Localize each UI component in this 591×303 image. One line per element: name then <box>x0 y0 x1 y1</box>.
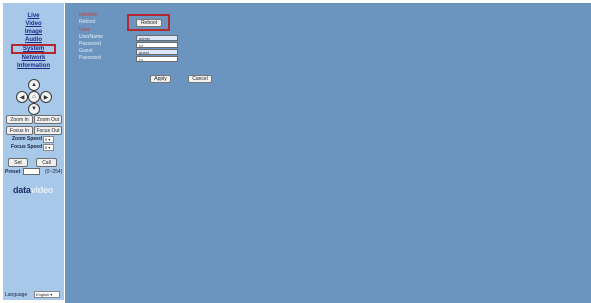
username-label: UserName <box>79 34 103 40</box>
call-button[interactable]: Call <box>36 158 57 167</box>
guest-input[interactable]: guest <box>136 49 178 55</box>
zoom-out-button[interactable]: Zoom Out <box>34 115 62 124</box>
preset-input[interactable] <box>23 168 40 175</box>
nav-image[interactable]: Image <box>3 28 64 36</box>
focus-speed-select[interactable]: 5 ▾ <box>43 144 54 151</box>
zoom-in-button[interactable]: Zoom In <box>6 115 33 124</box>
guest-label: Guest <box>79 48 93 54</box>
pan-up-icon[interactable]: ▲ <box>28 79 40 91</box>
preset-label: Preset <box>5 169 21 175</box>
initialize-section-title: Initialize <box>79 12 98 18</box>
reboot-label: Reboot <box>79 19 96 25</box>
language-select[interactable]: English ▾ <box>34 291 60 298</box>
main-panel <box>65 3 591 303</box>
language-label: Language <box>5 292 28 298</box>
language-value: English <box>36 292 50 297</box>
main-nav: Live Video Image Audio System Network In… <box>3 12 64 70</box>
focus-speed-label: Focus Speed <box>11 144 43 150</box>
preset-range: (0~254) <box>45 169 63 175</box>
guest-password-input[interactable]: ••• <box>136 56 178 62</box>
nav-network[interactable]: Network <box>3 54 64 62</box>
user-section-title: User <box>79 27 90 33</box>
datavideo-logo: datavideo <box>13 185 53 195</box>
focus-in-button[interactable]: Focus In <box>6 126 33 135</box>
pan-right-icon[interactable]: ▶ <box>40 91 52 103</box>
sidebar: Live Video Image Audio System Network In… <box>3 3 64 300</box>
nav-live[interactable]: Live <box>3 12 64 20</box>
nav-system[interactable]: System <box>11 44 56 54</box>
pan-left-icon[interactable]: ◀ <box>16 91 28 103</box>
nav-information[interactable]: Information <box>3 62 64 70</box>
focus-out-button[interactable]: Focus Out <box>34 126 62 135</box>
nav-audio[interactable]: Audio <box>3 36 64 44</box>
logo-data-text: data <box>13 185 31 195</box>
password-label: Password <box>79 41 101 47</box>
zoom-speed-label: Zoom Speed <box>12 136 43 142</box>
set-button[interactable]: Set <box>8 158 28 167</box>
nav-video[interactable]: Video <box>3 20 64 28</box>
username-input[interactable]: admin <box>136 35 178 41</box>
logo-video-text: video <box>30 185 54 195</box>
guest-password-label: Password <box>79 55 101 61</box>
reboot-button[interactable]: Reboot <box>136 19 162 27</box>
home-icon[interactable]: ⌂ <box>28 91 40 103</box>
pan-down-icon[interactable]: ▼ <box>28 103 40 115</box>
zoom-speed-value: 5 <box>45 137 48 142</box>
apply-button[interactable]: Apply <box>150 75 171 83</box>
cancel-button[interactable]: Cancel <box>188 75 212 83</box>
focus-speed-value: 5 <box>45 145 48 150</box>
password-input[interactable]: ••• <box>136 42 178 48</box>
zoom-speed-select[interactable]: 5 ▾ <box>43 136 54 143</box>
